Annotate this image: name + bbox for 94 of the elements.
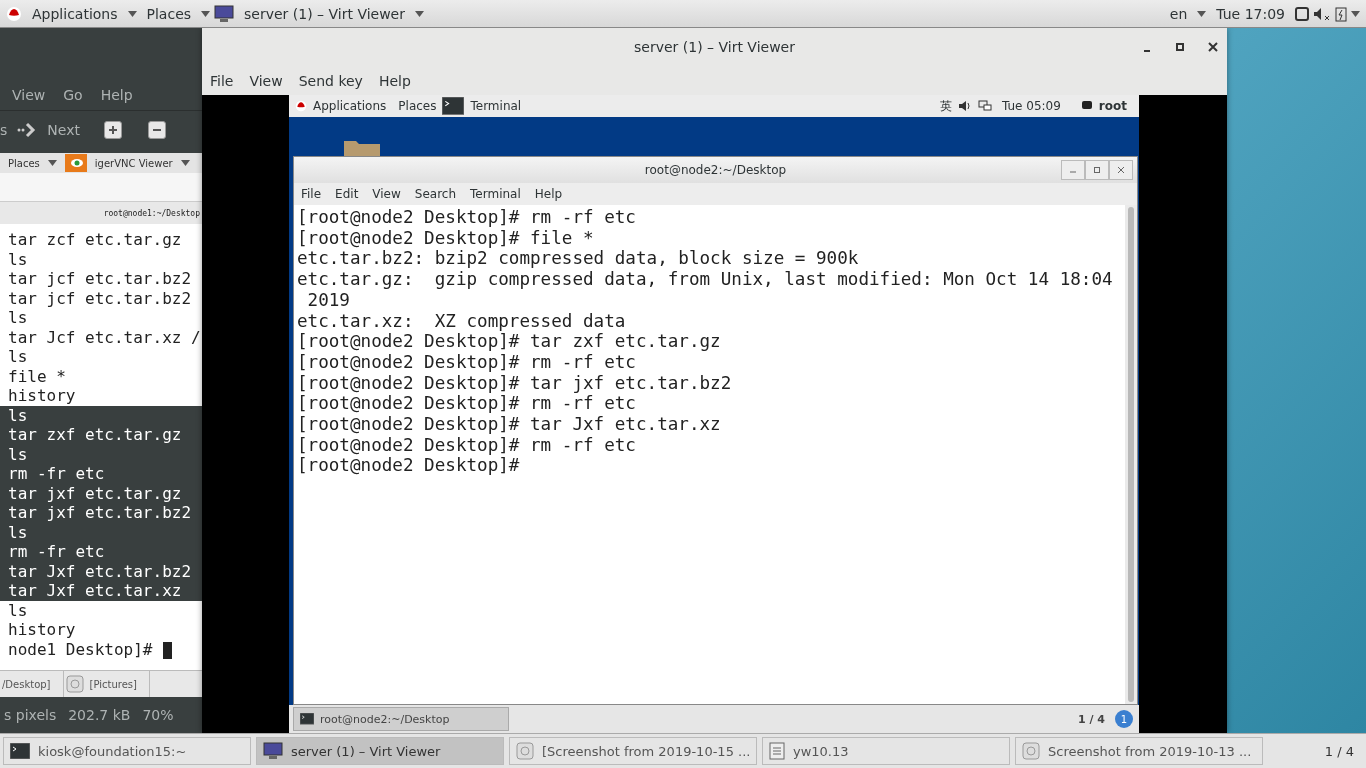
app-menu[interactable]: Terminal bbox=[470, 99, 522, 113]
network-icon[interactable] bbox=[977, 100, 992, 112]
menu-item[interactable]: Send key bbox=[298, 72, 363, 89]
caret-icon bbox=[1197, 10, 1207, 17]
terminal-line: [root@node2 Desktop]# tar jxf etc.tar.bz2 bbox=[297, 372, 733, 394]
input-method[interactable]: 英 bbox=[939, 97, 952, 115]
taskbar-item[interactable]: kiosk@foundation15:~ bbox=[3, 737, 251, 765]
menu-item[interactable]: View bbox=[372, 187, 401, 201]
menu-item[interactable]: Go bbox=[63, 87, 83, 103]
window-icon[interactable] bbox=[1295, 6, 1309, 21]
terminal-line: [root@node2 Desktop]# rm -rf etc bbox=[297, 207, 637, 228]
menu-item[interactable]: View bbox=[249, 72, 283, 89]
user-menu[interactable]: root bbox=[1098, 99, 1127, 113]
notification-badge[interactable]: 1 bbox=[1115, 710, 1133, 728]
toolbar-label: s bbox=[0, 122, 8, 138]
menu-item[interactable]: Help bbox=[378, 72, 411, 89]
zoom-in-button[interactable] bbox=[103, 121, 122, 139]
taskbar-item[interactable]: yw10.13 bbox=[762, 737, 1010, 765]
terminal-prompt: node1 Desktop]# bbox=[8, 639, 153, 659]
terminal-line: [root@node2 Desktop]# bbox=[297, 455, 521, 477]
zoom-out-button[interactable] bbox=[147, 121, 166, 139]
taskbar-item[interactable]: root@node2:~/Desktop bbox=[293, 707, 509, 731]
battery-icon[interactable] bbox=[1335, 5, 1347, 22]
monitor-icon bbox=[214, 4, 235, 23]
places-menu[interactable]: Places bbox=[398, 99, 437, 113]
scrollbar-thumb[interactable] bbox=[1128, 207, 1134, 702]
menu-item[interactable]: Edit bbox=[335, 187, 359, 201]
caret-icon bbox=[180, 160, 190, 166]
terminal-icon bbox=[442, 97, 465, 115]
menu-item[interactable]: Search bbox=[414, 187, 457, 201]
close-button[interactable] bbox=[1109, 160, 1133, 180]
terminal-line: etc.tar.gz: gzip compressed data, from Unix, last modified: Mon Oct 14 18:04 bbox=[297, 269, 1114, 290]
terminal-icon bbox=[10, 743, 30, 759]
terminal-line: [root@node2 Desktop]# rm -rf etc bbox=[297, 434, 637, 456]
taskbar-item[interactable]: [Screenshot from 2019-10-15 ... bbox=[509, 737, 757, 765]
menu-item[interactable]: Help bbox=[534, 187, 563, 201]
status-text: 70% bbox=[142, 707, 174, 723]
menu-item[interactable]: File bbox=[210, 72, 234, 89]
menu-item[interactable]: View bbox=[12, 87, 46, 103]
monitor-icon bbox=[263, 742, 283, 760]
applications-menu[interactable]: Applications bbox=[313, 99, 387, 113]
volume-icon[interactable] bbox=[957, 100, 972, 112]
document-icon bbox=[769, 742, 785, 760]
clock[interactable]: Tue 05:09 bbox=[1001, 99, 1061, 113]
caret-icon bbox=[201, 10, 211, 17]
next-button[interactable]: Next bbox=[47, 122, 80, 138]
app-menu: igerVNC Viewer bbox=[94, 157, 173, 169]
maximize-icon bbox=[1094, 167, 1100, 173]
image-viewer-icon bbox=[516, 742, 534, 760]
window-title: server (1) – Virt Viewer bbox=[634, 39, 795, 55]
terminal-line: [root@node2 Desktop]# rm -rf etc bbox=[297, 351, 637, 373]
terminal-line: etc.tar.xz: XZ compressed data bbox=[297, 310, 627, 332]
volume-muted-icon[interactable] bbox=[1313, 6, 1331, 21]
language-menu[interactable]: en bbox=[1163, 5, 1194, 22]
next-arrow-icon[interactable] bbox=[17, 122, 38, 138]
task-label: /Desktop] bbox=[2, 678, 51, 690]
task-label: [Pictures] bbox=[89, 678, 137, 690]
close-icon bbox=[1118, 167, 1124, 173]
menu-item[interactable]: Help bbox=[100, 87, 133, 103]
image-viewer-icon bbox=[1022, 742, 1040, 760]
terminal-line: [root@node2 Desktop]# file * bbox=[297, 227, 595, 249]
close-icon[interactable] bbox=[1207, 41, 1219, 53]
app-menu[interactable]: server (1) – Virt Viewer bbox=[238, 5, 411, 22]
taskbar-item[interactable]: Screenshot from 2019-10-13 ... bbox=[1015, 737, 1263, 765]
terminal-title: root@node1:~/Desktop bbox=[103, 208, 200, 218]
hat-logo-icon bbox=[295, 100, 307, 112]
caret-icon bbox=[1351, 10, 1360, 17]
terminal-line: 2019 bbox=[306, 289, 351, 311]
applications-menu[interactable]: Applications bbox=[26, 5, 124, 22]
terminal-line: [root@node2 Desktop]# tar Jxf etc.tar.xz bbox=[297, 414, 722, 435]
status-text: 202.7 kB bbox=[68, 707, 131, 723]
workspace-indicator[interactable]: 1 / 4 bbox=[1078, 712, 1105, 726]
places-menu[interactable]: Places bbox=[140, 5, 198, 22]
plus-icon bbox=[107, 125, 118, 135]
caret-icon bbox=[47, 160, 57, 166]
menu-item[interactable]: File bbox=[301, 187, 322, 201]
maximize-button[interactable] bbox=[1085, 160, 1109, 180]
caret-icon bbox=[415, 10, 424, 17]
menu-item[interactable]: Terminal bbox=[470, 187, 521, 201]
places-menu: Places bbox=[8, 157, 40, 169]
hat-logo-icon bbox=[6, 5, 22, 22]
tiger-icon bbox=[64, 154, 87, 172]
caret-icon bbox=[127, 10, 137, 17]
status-text: s pixels bbox=[4, 707, 57, 723]
terminal-line: etc.tar.bz2: bzip2 compressed data, block size = 900k bbox=[297, 248, 860, 270]
terminal-line: [root@node2 Desktop]# tar zxf etc.tar.gz bbox=[297, 331, 722, 352]
terminal-line: [root@node2 Desktop]# rm -rf etc bbox=[297, 393, 637, 415]
image-viewer-icon bbox=[65, 675, 84, 693]
workspace-indicator[interactable]: 1 / 4 bbox=[1312, 743, 1366, 759]
taskbar-item[interactable]: server (1) – Virt Viewer bbox=[256, 737, 504, 765]
text-cursor bbox=[162, 641, 172, 659]
window-title: root@node2:~/Desktop bbox=[644, 163, 787, 177]
terminal-icon bbox=[300, 713, 314, 725]
clock[interactable]: Tue 17:09 bbox=[1210, 5, 1291, 22]
